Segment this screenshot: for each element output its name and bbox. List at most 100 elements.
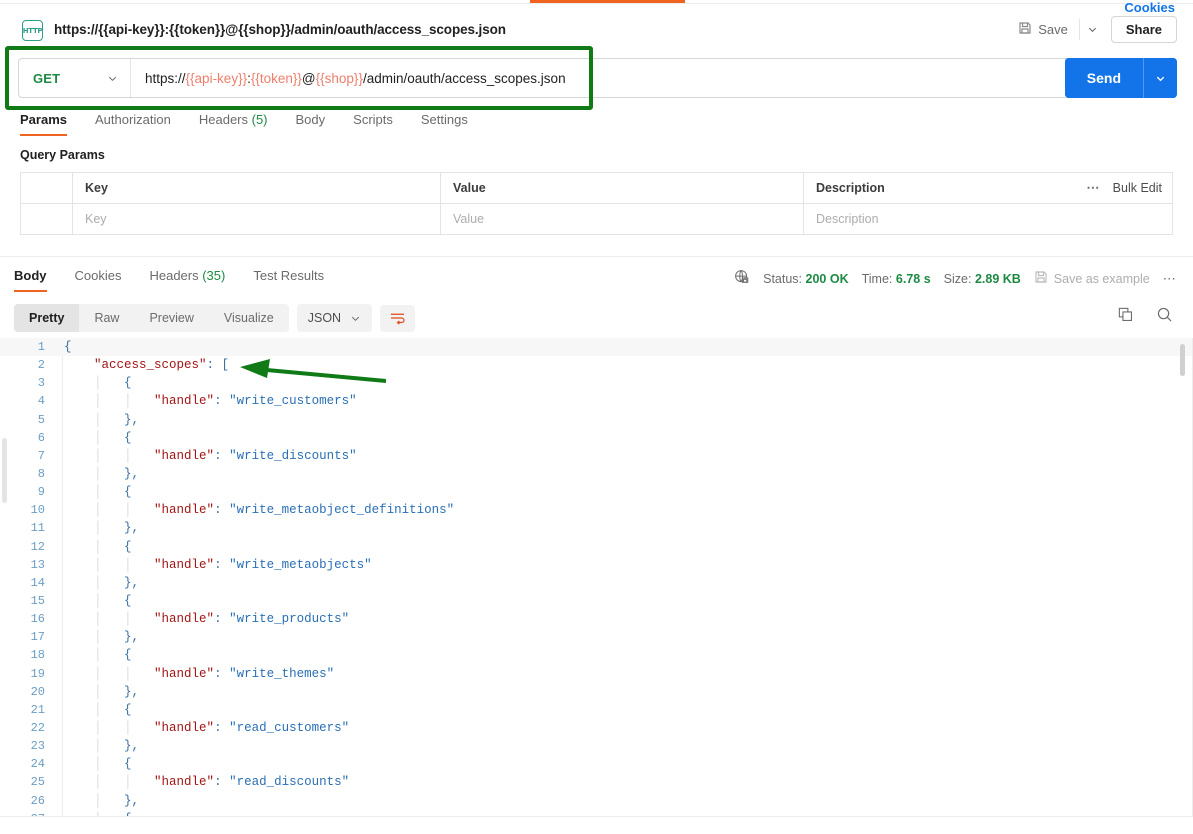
row-checkbox-cell[interactable] xyxy=(21,204,73,234)
indent-guide: │ xyxy=(94,794,124,808)
send-button[interactable]: Send xyxy=(1065,58,1143,98)
tab-scripts[interactable]: Scripts xyxy=(339,112,407,136)
save-button[interactable]: Save xyxy=(1009,16,1077,43)
indent-guide: │ xyxy=(94,612,124,626)
token-key: "handle" xyxy=(154,721,214,735)
http-method-selector[interactable]: GET xyxy=(19,59,131,97)
code-line-text: │ │ "handle": "write_themes" xyxy=(54,667,334,681)
code-line: 17 │ }, xyxy=(0,628,1193,646)
query-params-title: Query Params xyxy=(20,148,105,162)
url-input[interactable]: https://{{api-key}}:{{token}}@{{shop}}/a… xyxy=(131,59,1070,97)
code-line: 14 │ }, xyxy=(0,574,1193,592)
word-wrap-button[interactable] xyxy=(380,305,415,332)
select-all-checkbox-cell[interactable] xyxy=(21,173,73,203)
code-line: 4 │ │ "handle": "write_customers" xyxy=(0,392,1193,410)
token-str: "read_customers" xyxy=(229,721,349,735)
token-punc: : xyxy=(214,558,229,572)
response-tab-body[interactable]: Body xyxy=(14,268,61,292)
token-str: "read_discounts" xyxy=(229,775,349,789)
response-tab-headers[interactable]: Headers (35) xyxy=(135,268,239,292)
response-tab-label: Cookies xyxy=(75,268,122,283)
json-code-lines: 1{2 "access_scopes": [3 │ {4 │ │ "handle… xyxy=(0,338,1193,816)
code-line: 23 │ }, xyxy=(0,737,1193,755)
indent-guide xyxy=(64,394,94,408)
indent-guide: │ xyxy=(94,703,124,717)
cookies-link[interactable]: Cookies xyxy=(1124,0,1175,15)
response-format-selector[interactable]: JSON xyxy=(297,304,372,332)
response-body-viewer[interactable]: 1{2 "access_scopes": [3 │ {4 │ │ "handle… xyxy=(0,338,1193,816)
tab-headers[interactable]: Headers (5) xyxy=(185,112,282,136)
tab-params[interactable]: Params xyxy=(20,112,81,136)
code-line-text: │ { xyxy=(54,703,132,717)
indent-guide xyxy=(64,449,94,463)
token-str: "write_products" xyxy=(229,612,349,626)
code-line: 13 │ │ "handle": "write_metaobjects" xyxy=(0,556,1193,574)
table-header-row: Key Value Description ⋯ Bulk Edit xyxy=(21,173,1172,204)
indent-guide xyxy=(64,739,94,753)
send-options-dropdown[interactable] xyxy=(1143,58,1177,98)
line-number: 13 xyxy=(0,558,54,572)
line-number: 26 xyxy=(0,794,54,808)
globe-lock-icon[interactable] xyxy=(734,269,750,288)
search-icon[interactable] xyxy=(1156,306,1173,323)
save-as-example-button[interactable]: Save as example xyxy=(1034,270,1150,287)
share-button[interactable]: Share xyxy=(1111,16,1177,43)
response-more-options-icon[interactable]: ⋯ xyxy=(1163,271,1177,287)
copy-icon[interactable] xyxy=(1117,306,1134,323)
view-mode-pretty[interactable]: Pretty xyxy=(14,304,79,332)
line-number: 24 xyxy=(0,757,54,771)
code-line: 15 │ { xyxy=(0,592,1193,610)
save-options-dropdown[interactable] xyxy=(1079,19,1105,40)
indent-guide: │ xyxy=(94,431,124,445)
size-value: 2.89 KB xyxy=(975,272,1021,286)
tab-authorization[interactable]: Authorization xyxy=(81,112,185,136)
line-number: 7 xyxy=(0,449,54,463)
line-number: 19 xyxy=(0,667,54,681)
response-body-tools-right xyxy=(1117,306,1173,323)
param-key-input[interactable]: Key xyxy=(73,204,441,234)
tab-settings[interactable]: Settings xyxy=(407,112,482,136)
indent-guide xyxy=(64,540,94,554)
code-line-text: │ │ "handle": "read_discounts" xyxy=(54,775,349,789)
token-key: "handle" xyxy=(154,394,214,408)
url-input-text: https://{{api-key}}:{{token}}@{{shop}}/a… xyxy=(145,71,566,86)
indent-guide xyxy=(64,594,94,608)
view-mode-visualize[interactable]: Visualize xyxy=(209,304,289,332)
token-str: "write_customers" xyxy=(229,394,357,408)
http-method-label: GET xyxy=(33,71,60,86)
url-bar: GET https://{{api-key}}:{{token}}@{{shop… xyxy=(18,58,1071,98)
line-number: 11 xyxy=(0,521,54,535)
token-str: "write_themes" xyxy=(229,667,334,681)
indent-guide: │ xyxy=(94,467,124,481)
token-punc: }, xyxy=(124,685,139,699)
indent-guide: │ xyxy=(94,576,124,590)
token-key: "handle" xyxy=(154,775,214,789)
line-number: 16 xyxy=(0,612,54,626)
table-actions: ⋯ Bulk Edit xyxy=(1086,180,1162,196)
column-header-description-label: Description xyxy=(816,181,885,195)
bulk-edit-button[interactable]: Bulk Edit xyxy=(1113,181,1162,195)
line-number: 14 xyxy=(0,576,54,590)
indent-guide xyxy=(64,467,94,481)
code-line: 9 │ { xyxy=(0,483,1193,501)
response-tab-cookies[interactable]: Cookies xyxy=(61,268,136,292)
token-key: "handle" xyxy=(154,612,214,626)
param-description-input[interactable]: Description xyxy=(804,204,1172,234)
token-punc: : xyxy=(214,667,229,681)
token-punc: : xyxy=(214,394,229,408)
indent-guide xyxy=(64,703,94,717)
indent-guide: │ xyxy=(94,648,124,662)
view-mode-preview[interactable]: Preview xyxy=(134,304,208,332)
postman-app-window: HTTP https://{{api-key}}:{{token}}@{{sho… xyxy=(0,0,1193,834)
tab-label: Params xyxy=(20,112,67,127)
param-value-input[interactable]: Value xyxy=(441,204,804,234)
ellipsis-icon[interactable]: ⋯ xyxy=(1086,180,1100,196)
code-line-text: │ }, xyxy=(54,630,139,644)
view-mode-raw[interactable]: Raw xyxy=(79,304,134,332)
code-line-text: │ │ "handle": "read_customers" xyxy=(54,721,349,735)
code-line-text: │ { xyxy=(54,376,132,390)
tab-body[interactable]: Body xyxy=(282,112,340,136)
code-vertical-scrollbar-handle[interactable] xyxy=(1180,344,1185,376)
response-tab-test-results[interactable]: Test Results xyxy=(239,268,338,292)
indent-guide: │ xyxy=(94,413,124,427)
